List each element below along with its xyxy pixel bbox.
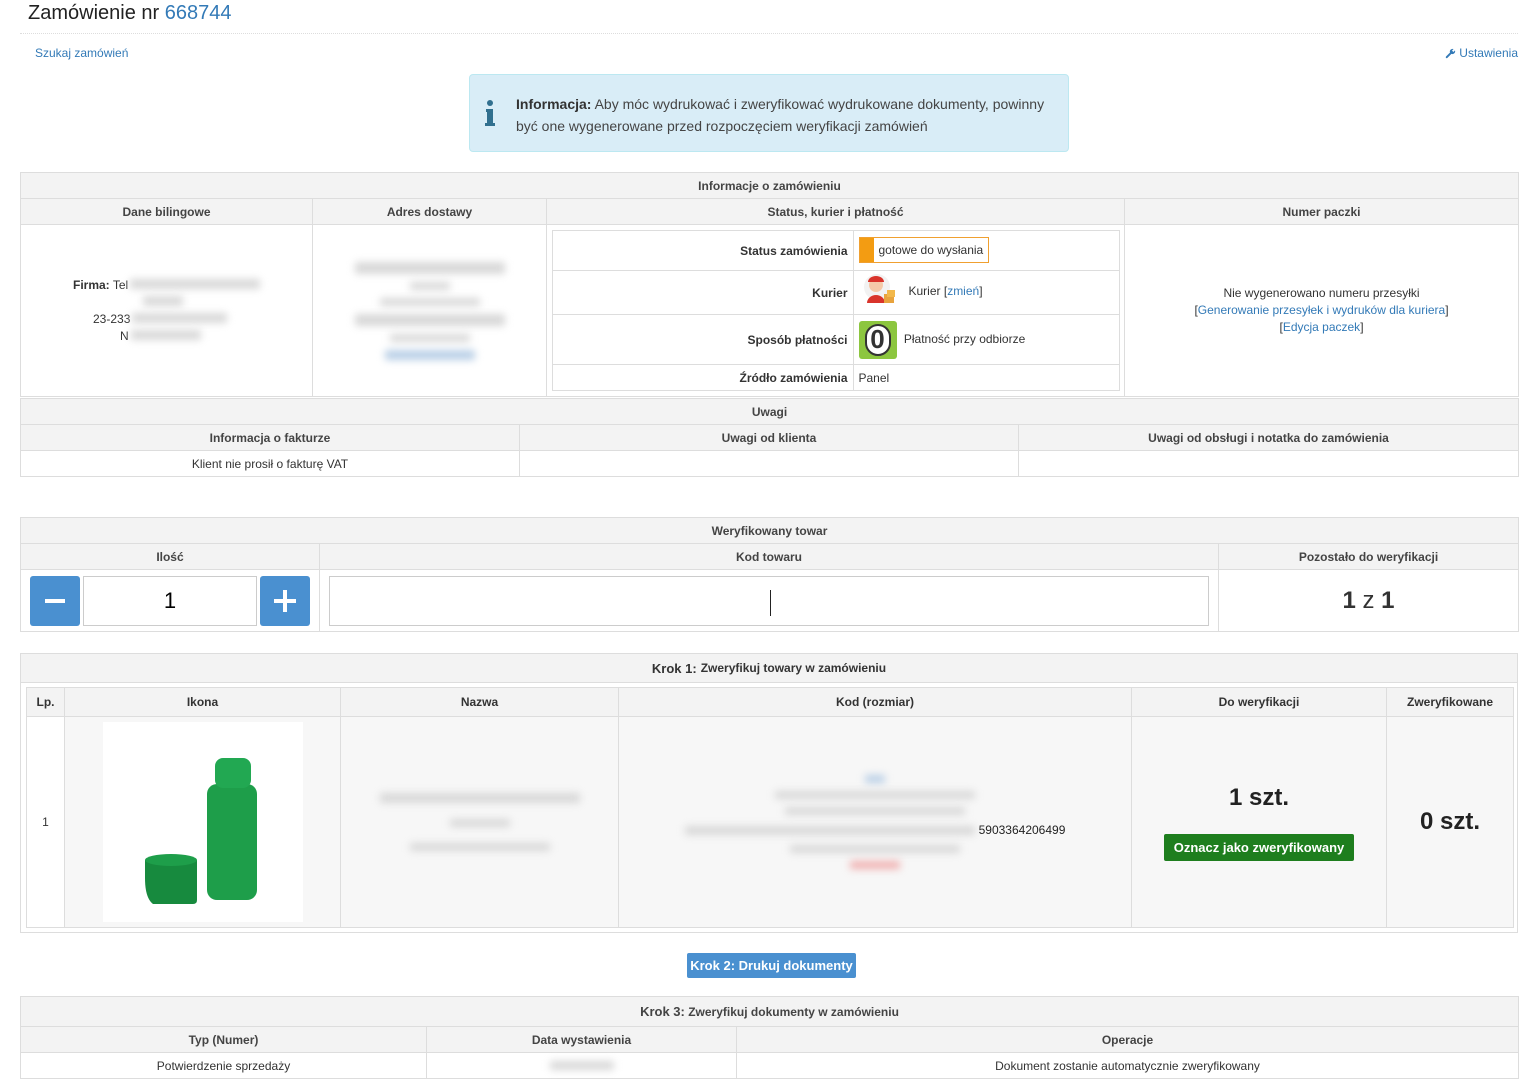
verify-title: Weryfikowany towar — [20, 517, 1519, 544]
col-name: Nazwa — [340, 687, 619, 717]
doc-operation: Dokument zostanie automatycznie zweryfik… — [735, 1052, 1520, 1079]
text-cursor — [769, 589, 771, 616]
col-remaining: Pozostało do weryfikacji — [1218, 543, 1519, 570]
page-title-prefix: Zamówienie nr — [28, 2, 160, 24]
col-verified: Zweryfikowane — [1386, 687, 1514, 717]
step1-title-rest: Zweryfikuj towary w zamówieniu — [700, 661, 887, 675]
cash-on-delivery-icon: 0 — [858, 320, 897, 359]
product-code-cell: 5903364206499 — [618, 716, 1132, 928]
courier-value: Kurier — [908, 284, 941, 298]
plus-icon — [274, 589, 296, 612]
remaining-done: 1 — [1342, 586, 1356, 614]
col-delivery: Adres dostawy — [312, 198, 547, 225]
step1-title: Krok 1: Zweryfikuj towary w zamówieniu — [21, 654, 1517, 683]
delivery-cell — [312, 224, 547, 397]
minus-icon — [45, 598, 65, 603]
invoice-value: Klient nie prosił o fakturę VAT — [20, 450, 520, 477]
page-title: Zamówienie nr 668744 — [28, 2, 231, 25]
info-icon — [485, 100, 495, 126]
courier-icon — [863, 274, 895, 303]
product-thermos-image — [144, 758, 257, 904]
info-alert: Informacja: Aby móc wydrukować i zweryfi… — [469, 74, 1069, 152]
step1-panel: Krok 1: Zweryfikuj towary w zamówieniu L… — [20, 653, 1518, 933]
doc-type: Potwierdzenie sprzedaży — [20, 1052, 427, 1079]
product-name-cell — [340, 716, 619, 928]
remaining-of: z — [1362, 586, 1375, 614]
billing-firma-value: Tel — [112, 277, 129, 292]
remaining-total: 1 — [1381, 586, 1395, 614]
step1-table: Lp. Ikona Nazwa Kod (rozmiar) Do weryfik… — [26, 687, 1514, 928]
col-status: Status, kurier i płatność — [546, 198, 1125, 225]
col-package: Numer paczki — [1123, 198, 1520, 225]
decrease-qty-button[interactable] — [30, 575, 80, 626]
status-cell: Status zamówienia gotowe do wysłania Kur… — [546, 224, 1125, 397]
mark-verified-button[interactable]: Oznacz jako zweryfikowany — [1163, 833, 1355, 861]
col-lp: Lp. — [26, 687, 65, 717]
status-details-table: Status zamówienia gotowe do wysłania Kur… — [551, 230, 1120, 391]
source-value: Panel — [852, 364, 1120, 391]
table-row: Potwierdzenie sprzedaży Dokument zostani… — [20, 1052, 1520, 1079]
step3-table: Krok 3: Zweryfikuj dokumenty w zamówieni… — [19, 996, 1520, 1079]
source-label: Źródło zamówienia — [551, 364, 854, 391]
col-billing: Dane bilingowe — [20, 198, 313, 225]
courier-change-link[interactable]: zmień — [947, 284, 979, 298]
step3-title: Krok 3: Zweryfikuj dokumenty w zamówieni… — [19, 996, 1520, 1027]
settings-label: Ustawienia — [1459, 46, 1518, 60]
col-doc-date: Data wystawienia — [426, 1026, 737, 1053]
col-to-verify: Do weryfikacji — [1131, 687, 1387, 717]
table-row: 1 5903364206499 1 szt. Oznacz jako zwery… — [26, 716, 1514, 928]
payment-value: Płatność przy odbiorze — [903, 331, 1026, 346]
remaining-cell: 1 z 1 — [1218, 569, 1519, 632]
order-info-table: Informacje o zamówieniu Dane bilingowe A… — [19, 172, 1520, 397]
package-cell: Nie wygenerowano numeru przesyłki [Gener… — [1123, 224, 1520, 397]
staff-remarks-value — [1017, 450, 1520, 477]
edit-packages-link[interactable]: Edycja paczek — [1283, 320, 1360, 334]
col-qty: Ilość — [20, 543, 320, 570]
courier-label: Kurier — [551, 270, 854, 315]
client-remarks-value — [519, 450, 1019, 477]
product-image — [102, 722, 303, 922]
verify-item-table: Weryfikowany towar Ilość Kod towaru Pozo… — [20, 517, 1519, 632]
info-label: Informacja: — [516, 96, 592, 112]
step1-title-bold: Krok 1: — [651, 660, 697, 676]
search-orders-link[interactable]: Szukaj zamówień — [35, 46, 128, 60]
col-doc-ops: Operacje — [735, 1026, 1520, 1053]
wrench-icon — [1446, 48, 1456, 58]
title-divider — [20, 33, 1518, 34]
order-number: 668744 — [164, 2, 232, 24]
ean-code: 5903364206499 — [978, 823, 1066, 837]
col-code: Kod towaru — [319, 543, 1219, 570]
row-lp: 1 — [26, 716, 65, 928]
increase-qty-button[interactable] — [260, 575, 310, 626]
step3-title-bold: Krok 3: — [640, 1004, 685, 1019]
col-icon: Ikona — [64, 687, 341, 717]
col-staff-remarks: Uwagi od obsługi i notatka do zamówienia — [1017, 424, 1520, 451]
col-doc-type: Typ (Numer) — [20, 1026, 427, 1053]
col-invoice: Informacja o fakturze — [20, 424, 520, 451]
billing-postal: 23-233 — [93, 311, 131, 326]
status-badge[interactable]: gotowe do wysłania — [858, 236, 990, 263]
step3-title-rest: Zweryfikuj dokumenty w zamówieniu — [688, 1005, 899, 1019]
to-verify-qty: 1 szt. — [1228, 783, 1290, 811]
payment-label: Sposób płatności — [551, 314, 854, 365]
col-code-size: Kod (rozmiar) — [618, 687, 1132, 717]
doc-date — [426, 1052, 737, 1079]
verified-qty: 0 szt. — [1419, 808, 1481, 835]
billing-nip: N — [120, 328, 129, 343]
generate-shipments-link[interactable]: Generowanie przesyłek i wydruków dla kur… — [1198, 303, 1445, 317]
settings-link[interactable]: Ustawienia — [1445, 46, 1518, 60]
col-client-remarks: Uwagi od klienta — [519, 424, 1019, 451]
info-text: Informacja: Aby móc wydrukować i zweryfi… — [516, 93, 1056, 137]
status-label: Status zamówienia — [551, 230, 854, 271]
print-documents-button[interactable]: Krok 2: Drukuj dokumenty — [687, 953, 856, 978]
info-message: Aby móc wydrukować i zweryfikować wydruk… — [516, 96, 1045, 134]
order-info-title: Informacje o zamówieniu — [19, 172, 1520, 199]
qty-input[interactable] — [83, 575, 257, 626]
remarks-title: Uwagi — [19, 398, 1520, 425]
package-none-text: Nie wygenerowano numeru przesyłki — [1223, 286, 1420, 300]
billing-cell: Firma: Tel 23-233 N — [20, 224, 313, 397]
remarks-table: Uwagi Informacja o fakturze Uwagi od kli… — [19, 398, 1520, 477]
billing-firma-label: Firma: — [73, 277, 110, 292]
status-value: gotowe do wysłania — [878, 242, 984, 257]
